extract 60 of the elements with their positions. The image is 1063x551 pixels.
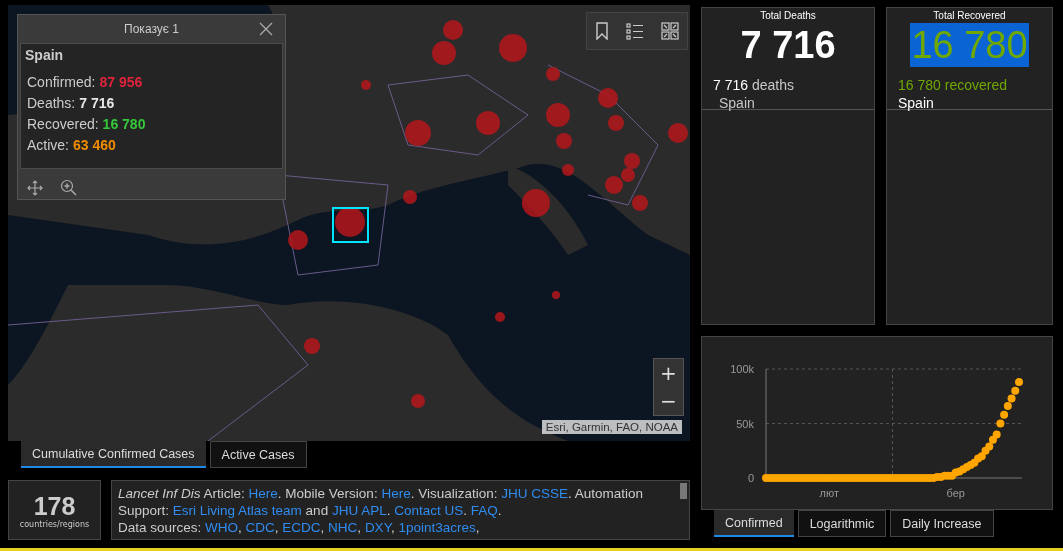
- grid-icon[interactable]: [660, 22, 679, 40]
- card-title: Total Recovered: [932, 9, 1007, 21]
- close-icon[interactable]: [259, 22, 273, 36]
- card-title: Total Deaths: [759, 9, 817, 21]
- axis-label: лют: [819, 487, 839, 499]
- scrollbar[interactable]: [680, 483, 687, 499]
- stat-label: Recovered:: [27, 115, 99, 134]
- data-point: [1000, 410, 1009, 419]
- tab[interactable]: Daily Increase: [890, 510, 994, 537]
- popup-title: Показує 1: [124, 22, 179, 36]
- stat-value: 7 716: [79, 94, 115, 113]
- stat-summary: 7 716 deaths: [713, 77, 795, 93]
- stat-label: Deaths:: [27, 94, 76, 113]
- data-point: [1007, 394, 1016, 403]
- link[interactable]: Here: [248, 486, 278, 501]
- stat-value: 16 780: [102, 115, 146, 134]
- link[interactable]: WHO: [205, 520, 239, 535]
- link[interactable]: Esri Living Atlas team: [172, 503, 302, 518]
- selection-highlight: [332, 207, 369, 243]
- stat-label: Confirmed:: [27, 73, 96, 92]
- axis-label: 50k: [736, 417, 754, 430]
- data-point: [992, 430, 1001, 439]
- link[interactable]: FAQ: [470, 503, 498, 518]
- data-point: [1011, 386, 1020, 395]
- data-point: [985, 442, 994, 451]
- tab[interactable]: Active Cases: [209, 441, 307, 468]
- data-point: [1003, 402, 1012, 411]
- count-label: countries/regions: [19, 519, 90, 529]
- link[interactable]: DXY: [364, 520, 391, 535]
- link[interactable]: CDC: [245, 520, 275, 535]
- bookmark-icon[interactable]: [595, 22, 610, 40]
- axis-label: 100k: [730, 363, 754, 375]
- total-value: 7 716: [739, 23, 837, 67]
- tab[interactable]: Logarithmic: [797, 510, 887, 537]
- link[interactable]: 1point3acres: [398, 520, 476, 535]
- tab[interactable]: Confirmed: [714, 510, 794, 537]
- stat-label: Active:: [27, 136, 69, 155]
- link[interactable]: JHU CSSE: [501, 486, 568, 501]
- link[interactable]: JHU APL: [331, 503, 387, 518]
- axis-label: бер: [946, 487, 965, 499]
- stat-value: 63 460: [73, 136, 116, 155]
- data-point: [977, 452, 986, 461]
- place-name: Spain: [718, 95, 756, 111]
- link[interactable]: ECDC: [282, 520, 321, 535]
- map-attribution: Esri, Garmin, FAO, NOAA: [541, 420, 682, 434]
- stat-summary: 16 780 recovered: [898, 77, 1008, 93]
- tab[interactable]: Cumulative Confirmed Cases: [21, 441, 206, 468]
- country-name: Spain: [25, 47, 65, 63]
- link[interactable]: Here: [381, 486, 411, 501]
- place-name: Spain: [898, 95, 935, 111]
- move-icon[interactable]: [27, 179, 43, 196]
- data-point: [988, 435, 997, 444]
- zoom-in-icon[interactable]: [60, 179, 77, 196]
- data-point: [996, 419, 1005, 428]
- total-value: 16 780: [910, 23, 1029, 67]
- info-text: Lancet Inf Dis Article: Here. Mobile Version: Here. Visualization: JHU CSSE. Automation Support: Esri Living Atlas team and JHU APL. Contact US. FAQ. Data sources: WHO, CDC, ECDC, NHC, DXY, 1point3acres,: [117, 485, 645, 537]
- list-icon[interactable]: [626, 22, 644, 40]
- stat-value: 87 956: [99, 73, 143, 92]
- count-value: 178: [33, 491, 76, 520]
- axis-label: 0: [747, 472, 754, 484]
